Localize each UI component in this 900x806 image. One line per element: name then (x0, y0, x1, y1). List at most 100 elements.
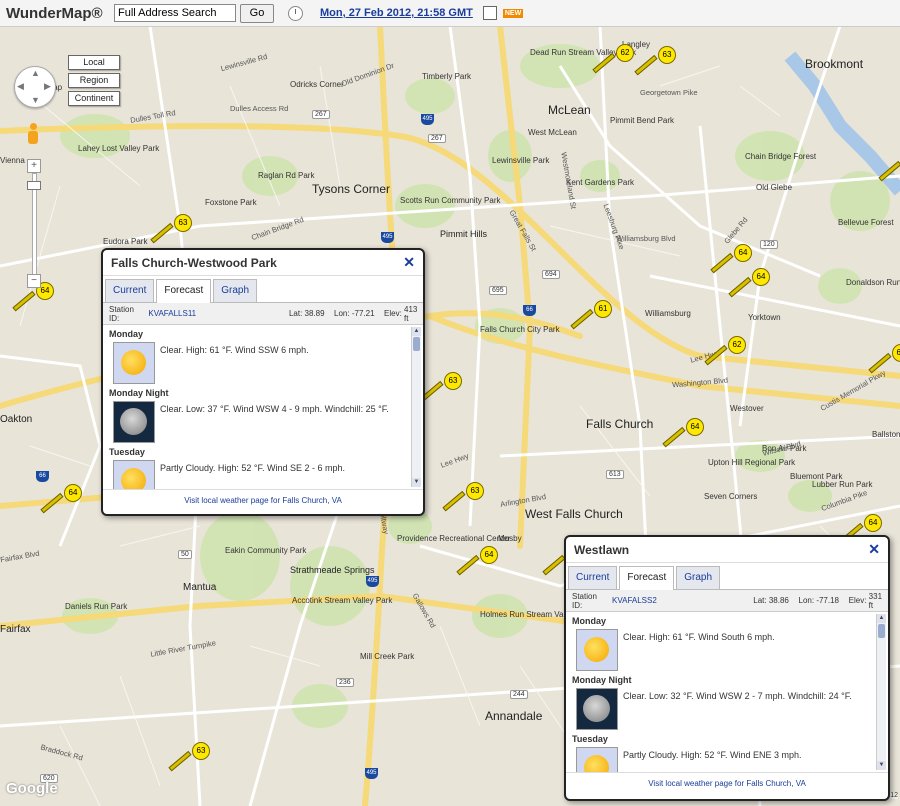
weather-station-marker[interactable]: 63 (420, 372, 462, 402)
scroll-thumb[interactable] (413, 337, 420, 351)
map-label: Chain Bridge Forest (745, 152, 817, 161)
scroll-thumb[interactable] (878, 624, 885, 638)
route-shield-icon: 267 (312, 110, 330, 119)
popup-header: Westlawn ✕ (566, 537, 888, 563)
popup-header: Falls Church-Westwood Park ✕ (103, 250, 423, 276)
map-label: Yorktown (748, 313, 781, 322)
street-view-pegman-icon[interactable] (28, 123, 40, 145)
weather-station-marker[interactable]: 62 (704, 336, 746, 366)
tab-graph[interactable]: Graph (213, 279, 258, 302)
weather-station-marker[interactable]: 63 (150, 214, 192, 244)
weather-station-marker[interactable]: 63 (634, 46, 676, 76)
station-id-label: Station ID: (572, 591, 597, 610)
map-label: Upton Hill Regional Park (708, 458, 796, 467)
lat-value: 38.86 (768, 596, 789, 605)
map-label: Scotts Run Community Park (400, 196, 501, 205)
station-temp: 64 (864, 514, 882, 532)
lat-label: Lat: (288, 309, 303, 318)
pan-control[interactable]: ▲ ▼ ◀ ▶ (14, 66, 56, 108)
station-info: Station ID: KVAFALLS11 Lat: 38.89 Lon: -… (103, 303, 423, 325)
pan-left-icon[interactable]: ◀ (17, 81, 24, 92)
map-label: Ballston (872, 430, 900, 439)
zoom-slider-thumb[interactable] (27, 181, 41, 190)
region-button[interactable]: Region (68, 73, 120, 88)
scroll-down-icon[interactable]: ▼ (412, 478, 421, 487)
pan-down-icon[interactable]: ▼ (31, 95, 40, 105)
zoom-out-button[interactable]: − (27, 274, 41, 288)
tab-current[interactable]: Current (568, 566, 618, 589)
elev-label: Elev: (848, 596, 867, 605)
popup-title: Westlawn (574, 542, 630, 557)
datetime-link[interactable]: Mon, 27 Feb 2012, 21:58 GMT (320, 7, 473, 19)
zoom-in-button[interactable]: + (27, 159, 41, 173)
local-button[interactable]: Local (68, 55, 120, 70)
weather-station-marker[interactable]: 63 (168, 742, 210, 772)
elev-value: 331 ft (868, 591, 883, 610)
interstate-shield-icon: 495 (366, 576, 379, 587)
scroll-up-icon[interactable]: ▲ (412, 327, 421, 336)
tab-forecast[interactable]: Forecast (156, 279, 212, 303)
weather-station-marker[interactable]: 63 (868, 344, 900, 374)
route-shield-icon: 694 (542, 270, 560, 279)
weather-station-marker[interactable]: 64 (456, 546, 498, 576)
weather-station-marker[interactable]: 64 (40, 484, 82, 514)
address-search-input[interactable] (114, 4, 236, 22)
clock-icon[interactable] (288, 5, 303, 21)
weather-station-marker[interactable]: 61 (570, 300, 612, 330)
forecast-text: Partly Cloudy. High: 52 °F. Wind SE 2 - … (160, 463, 346, 473)
station-id-link[interactable]: KVAFALSS2 (612, 596, 657, 605)
local-weather-link[interactable]: Visit local weather page for Falls Churc… (184, 496, 342, 505)
weather-station-marker[interactable]: 63 (442, 482, 484, 512)
close-icon[interactable]: ✕ (403, 254, 415, 271)
pan-right-icon[interactable]: ▶ (44, 81, 51, 92)
map-label: Odricks Corner (290, 80, 344, 89)
map-label: Mill Creek Park (360, 652, 415, 661)
forecast-scrollbar[interactable]: ▲ ▼ (411, 327, 421, 487)
tab-current[interactable]: Current (105, 279, 155, 302)
tab-graph[interactable]: Graph (676, 566, 721, 589)
map-label: Lewinsville Park (492, 156, 550, 165)
weather-station-marker[interactable]: 64 (728, 268, 770, 298)
scroll-up-icon[interactable]: ▲ (877, 614, 886, 623)
sun-icon (113, 460, 155, 489)
local-weather-link[interactable]: Visit local weather page for Falls Churc… (648, 779, 806, 788)
map-label: Eakin Community Park (225, 546, 307, 555)
map-label-falls-church: Falls Church (586, 417, 654, 431)
route-shield-icon: 236 (336, 678, 354, 687)
weather-station-marker[interactable]: 64 (662, 418, 704, 448)
forecast-scrollbar[interactable]: ▲ ▼ (876, 614, 886, 770)
forecast-day: Monday Night (572, 675, 632, 685)
lon-value: -77.18 (816, 596, 839, 605)
interstate-shield-icon: 495 (421, 114, 434, 125)
pan-up-icon[interactable]: ▲ (31, 68, 40, 78)
map-label-brookmont: Brookmont (805, 57, 864, 71)
forecast-text: Clear. Low: 37 °F. Wind WSW 4 - 9 mph. W… (160, 404, 389, 414)
continent-button[interactable]: Continent (68, 91, 120, 106)
forecast-day: Monday (572, 616, 607, 626)
google-logo: Google (6, 780, 58, 797)
scroll-down-icon[interactable]: ▼ (877, 761, 886, 770)
weather-station-marker[interactable]: 62 (592, 44, 634, 74)
popup-footer: Visit local weather page for Falls Churc… (566, 772, 888, 795)
map-label: Foxstone Park (205, 198, 257, 207)
station-id-link[interactable]: KVAFALLS11 (148, 309, 196, 318)
weather-station-marker[interactable]: 63 (878, 152, 900, 182)
map-label: Daniels Run Park (65, 602, 128, 611)
forecast-list[interactable]: Monday Clear. High: 61 °F. Wind SSW 6 mp… (103, 325, 423, 489)
map-label: Fairfax (0, 624, 31, 635)
forecast-text: Partly Cloudy. High: 52 °F. Wind ENE 3 m… (623, 750, 802, 760)
interstate-shield-icon: 66 (36, 471, 49, 482)
route-shield-icon: 50 (178, 550, 192, 559)
map-label: Accotink Stream Valley Park (292, 596, 393, 605)
popup-title: Falls Church-Westwood Park (111, 255, 277, 270)
route-shield-icon: 244 (510, 690, 528, 699)
calendar-icon[interactable] (482, 6, 497, 20)
forecast-item: Clear. High: 61 °F. Wind SSW 6 mph. (113, 342, 423, 384)
tab-forecast[interactable]: Forecast (619, 566, 675, 590)
map-label: West McLean (528, 128, 577, 137)
go-button[interactable]: Go (240, 3, 274, 23)
station-temp: 63 (892, 344, 900, 362)
forecast-list[interactable]: Monday Clear. High: 61 °F. Wind South 6 … (566, 612, 888, 772)
close-icon[interactable]: ✕ (868, 541, 880, 558)
station-temp: 63 (192, 742, 210, 760)
